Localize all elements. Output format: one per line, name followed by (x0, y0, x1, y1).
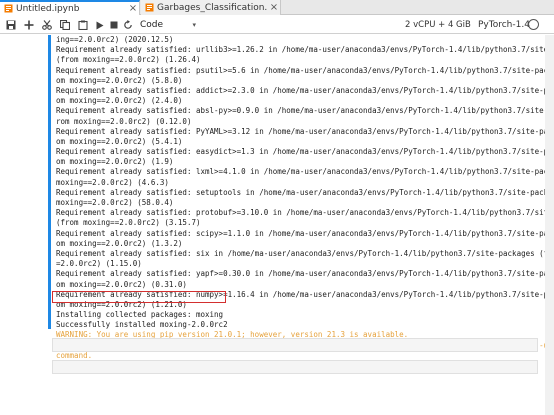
output-line: Requirement already satisfied: yapf>=0.3… (56, 269, 546, 279)
output-line: rom moxing==2.0.0rc2) (0.12.0) (56, 116, 192, 126)
cut-icon[interactable] (40, 18, 54, 32)
output-line: om moxing==2.0.0rc2) (1.3.2) (56, 238, 183, 248)
empty-code-cell[interactable] (52, 338, 538, 352)
output-line: Requirement already satisfied: setuptool… (56, 187, 546, 197)
output-line: Requirement already satisfied: easydict>… (56, 147, 546, 157)
output-line: om moxing==2.0.0rc2) (5.8.0) (56, 75, 183, 85)
cell-output: ing==2.0.0rc2) (2020.12.5) Requirement al… (56, 35, 546, 361)
cell-type-dropdown[interactable]: Code ▾ (140, 18, 196, 32)
tab-bar: Untitled.ipynb × Garbages_Classification… (0, 0, 554, 15)
output-line: om moxing==2.0.0rc2) (2.4.0) (56, 96, 183, 106)
output-line: Requirement already satisfied: six in /h… (56, 248, 546, 258)
output-line: Requirement already satisfied: addict>=2… (56, 85, 546, 95)
kernel-name[interactable]: PyTorch-1.4 (478, 18, 530, 32)
output-line: om moxing==2.0.0rc2) (5.4.1) (56, 136, 183, 146)
output-line: (from moxing==2.0.0rc2) (3.15.7) (56, 218, 201, 228)
notebook-content: ing==2.0.0rc2) (2020.12.5) Requirement al… (0, 35, 554, 415)
output-line: =2.0.0rc2) (1.15.0) (56, 259, 142, 269)
output-line: Requirement already satisfied: lxml>=4.1… (56, 167, 546, 177)
output-line: Requirement already satisfied: urllib3>=… (56, 45, 546, 55)
tab-garbages-classification[interactable]: Garbages_Classification.ipynl × (141, 0, 281, 15)
output-line: Requirement already satisfied: PyYAML>=3… (56, 126, 546, 136)
stop-icon[interactable] (108, 18, 120, 32)
output-line: Successfully installed moxing-2.0.0rc2 (56, 320, 228, 330)
notebook-file-icon (4, 4, 13, 13)
run-icon[interactable] (94, 18, 106, 32)
save-icon[interactable] (4, 18, 18, 32)
output-line: om moxing==2.0.0rc2) (1.9) (56, 157, 174, 167)
notebook-file-icon (145, 3, 154, 12)
output-line: Requirement already satisfied: psutil>=5… (56, 65, 546, 75)
scrollbar[interactable] (545, 35, 554, 415)
restart-icon[interactable] (122, 18, 134, 32)
success-highlight-box (52, 291, 226, 303)
output-line: Installing collected packages: moxing (56, 310, 224, 320)
tab-label: Untitled.ipynb (16, 3, 80, 14)
cell-type-label: Code (140, 20, 164, 30)
output-line: Requirement already satisfied: protobuf>… (56, 208, 546, 218)
paste-icon[interactable] (76, 18, 90, 32)
output-line: ing==2.0.0rc2) (2020.12.5) (56, 35, 174, 44)
active-cell-indicator (48, 35, 51, 329)
output-line: Requirement already satisfied: scipy>=1.… (56, 228, 546, 238)
output-line: (from moxing==2.0.0rc2) (1.26.4) (56, 55, 201, 65)
output-line: moxing==2.0.0rc2) (58.0.4) (56, 198, 174, 207)
close-icon[interactable]: × (268, 2, 280, 13)
copy-icon[interactable] (58, 18, 72, 32)
output-line: Requirement already satisfied: absl-py>=… (56, 106, 546, 116)
output-line: om moxing==2.0.0rc2) (0.31.0) (56, 279, 187, 289)
empty-code-cell[interactable] (52, 360, 538, 374)
kernel-status-icon (528, 19, 539, 30)
resource-indicator: 2 vCPU + 4 GiB (405, 20, 471, 30)
chevron-down-icon: ▾ (192, 21, 196, 29)
add-cell-icon[interactable] (22, 18, 36, 32)
notebook-toolbar: Code ▾ 2 vCPU + 4 GiB PyTorch-1.4 (0, 16, 554, 34)
output-line: moxing==2.0.0rc2) (4.6.3) (56, 177, 169, 187)
tab-label: Garbages_Classification.ipynl (157, 2, 268, 13)
close-icon[interactable]: × (127, 3, 139, 14)
tab-untitled-notebook[interactable]: Untitled.ipynb × (0, 0, 140, 15)
